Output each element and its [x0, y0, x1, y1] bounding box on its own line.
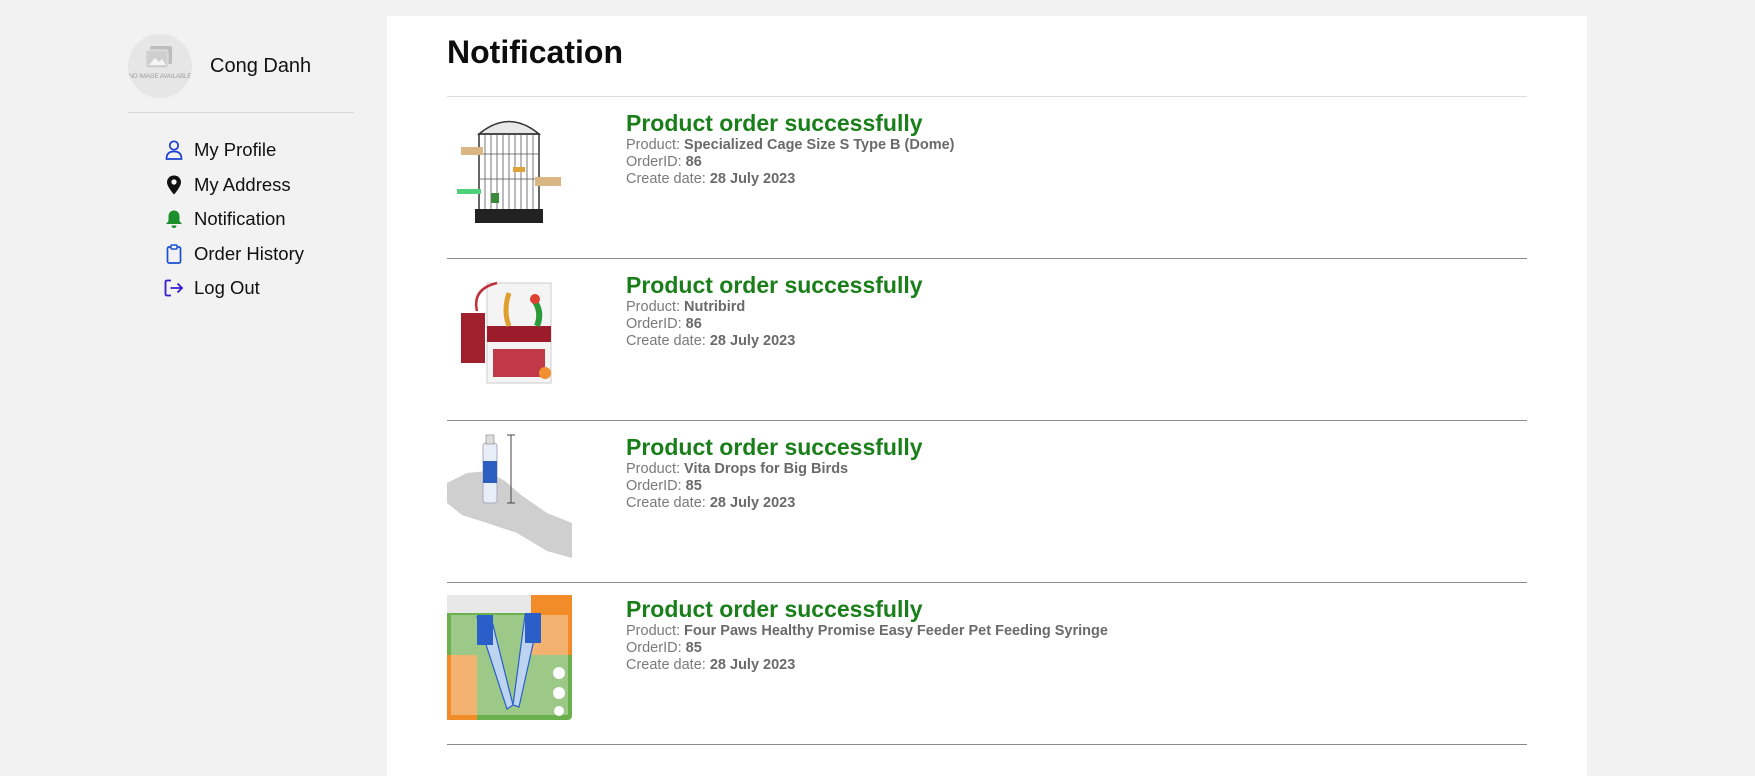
notification-item[interactable]: Product order successfully Product: Four…	[447, 583, 1527, 745]
bell-icon	[164, 208, 184, 230]
order-id: 85	[685, 478, 702, 494]
user-header: NO IMAGE AVAILABLE Cong Danh	[128, 34, 354, 98]
create-date: 28 July 2023	[709, 657, 796, 673]
notification-title: Product order successfully	[626, 434, 923, 460]
avatar-caption: NO IMAGE AVAILABLE	[128, 74, 192, 80]
order-id-line: OrderID: 86	[626, 154, 955, 171]
location-pin-icon	[164, 174, 184, 196]
notification-item[interactable]: Product order successfully Product: Vita…	[447, 421, 1527, 583]
order-id-label: OrderID:	[626, 640, 682, 656]
menu-label-order-history: Order History	[194, 242, 304, 264]
notification-title: Product order successfully	[626, 596, 923, 622]
menu-label-my-address: My Address	[194, 173, 291, 195]
notification-body: Product order successfully Product: Spec…	[626, 109, 955, 188]
notification-title: Product order successfully	[626, 272, 923, 298]
product-name: Vita Drops for Big Birds	[684, 461, 849, 477]
avatar[interactable]: NO IMAGE AVAILABLE	[128, 34, 192, 98]
menu-label-notification: Notification	[194, 208, 286, 230]
order-id: 86	[685, 316, 702, 332]
feeding-syringe-package-image	[447, 595, 572, 720]
menu-item-order-history[interactable]: Order History	[128, 237, 354, 272]
create-date-line: Create date: 28 July 2023	[626, 333, 923, 350]
image-placeholder-icon	[145, 46, 172, 69]
menu-item-my-profile[interactable]: My Profile	[128, 133, 354, 168]
order-id-label: OrderID:	[626, 154, 682, 170]
sidebar: NO IMAGE AVAILABLE Cong Danh My Profile …	[128, 34, 354, 306]
product-label: Product:	[626, 623, 680, 639]
create-date-label: Create date:	[626, 495, 706, 511]
product-line: Product: Vita Drops for Big Birds	[626, 461, 923, 478]
menu-item-notification[interactable]: Notification	[128, 202, 354, 237]
notification-body: Product order successfully Product: Vita…	[626, 433, 923, 512]
user-name: Cong Danh	[210, 54, 312, 77]
order-id: 86	[685, 154, 702, 170]
product-name: Nutribird	[684, 299, 746, 315]
order-id-line: OrderID: 85	[626, 640, 1108, 657]
product-label: Product:	[626, 461, 680, 477]
product-line: Product: Nutribird	[626, 299, 923, 316]
menu-label-my-profile: My Profile	[194, 139, 277, 161]
product-name: Specialized Cage Size S Type B (Dome)	[684, 137, 955, 153]
product-label: Product:	[626, 137, 680, 153]
product-line: Product: Four Paws Healthy Promise Easy …	[626, 623, 1108, 640]
create-date-line: Create date: 28 July 2023	[626, 495, 923, 512]
clipboard-icon	[164, 243, 184, 265]
notification-body: Product order successfully Product: Four…	[626, 595, 1108, 674]
create-date-line: Create date: 28 July 2023	[626, 171, 955, 188]
order-id-label: OrderID:	[626, 478, 682, 494]
product-label: Product:	[626, 299, 680, 315]
notification-list: Product order successfully Product: Spec…	[447, 97, 1527, 745]
sidebar-divider	[128, 112, 354, 113]
bird-cage-image	[447, 109, 572, 234]
create-date-label: Create date:	[626, 657, 706, 673]
create-date-label: Create date:	[626, 171, 706, 187]
create-date: 28 July 2023	[709, 333, 796, 349]
notification-item[interactable]: Product order successfully Product: Nutr…	[447, 259, 1527, 421]
order-id-line: OrderID: 85	[626, 478, 923, 495]
order-id-line: OrderID: 86	[626, 316, 923, 333]
product-line: Product: Specialized Cage Size S Type B …	[626, 137, 955, 154]
product-name: Four Paws Healthy Promise Easy Feeder Pe…	[684, 623, 1108, 639]
notification-item[interactable]: Product order successfully Product: Spec…	[447, 97, 1527, 259]
logout-icon	[164, 277, 184, 299]
create-date-line: Create date: 28 July 2023	[626, 657, 1108, 674]
page-title: Notification	[447, 34, 623, 70]
create-date: 28 July 2023	[709, 495, 796, 511]
notification-title: Product order successfully	[626, 110, 923, 136]
notification-body: Product order successfully Product: Nutr…	[626, 271, 923, 350]
nutribird-food-bag-image	[447, 271, 572, 396]
menu-label-log-out: Log Out	[194, 277, 260, 299]
order-id-label: OrderID:	[626, 316, 682, 332]
create-date: 28 July 2023	[709, 171, 796, 187]
menu-item-log-out[interactable]: Log Out	[128, 271, 354, 306]
vita-drops-bottle-image	[447, 433, 572, 558]
menu-item-my-address[interactable]: My Address	[128, 168, 354, 203]
notification-panel: Notification Product order successfully …	[387, 16, 1587, 776]
order-id: 85	[685, 640, 702, 656]
person-icon	[164, 139, 184, 161]
create-date-label: Create date:	[626, 333, 706, 349]
account-menu: My Profile My Address Notification Order…	[128, 133, 354, 306]
